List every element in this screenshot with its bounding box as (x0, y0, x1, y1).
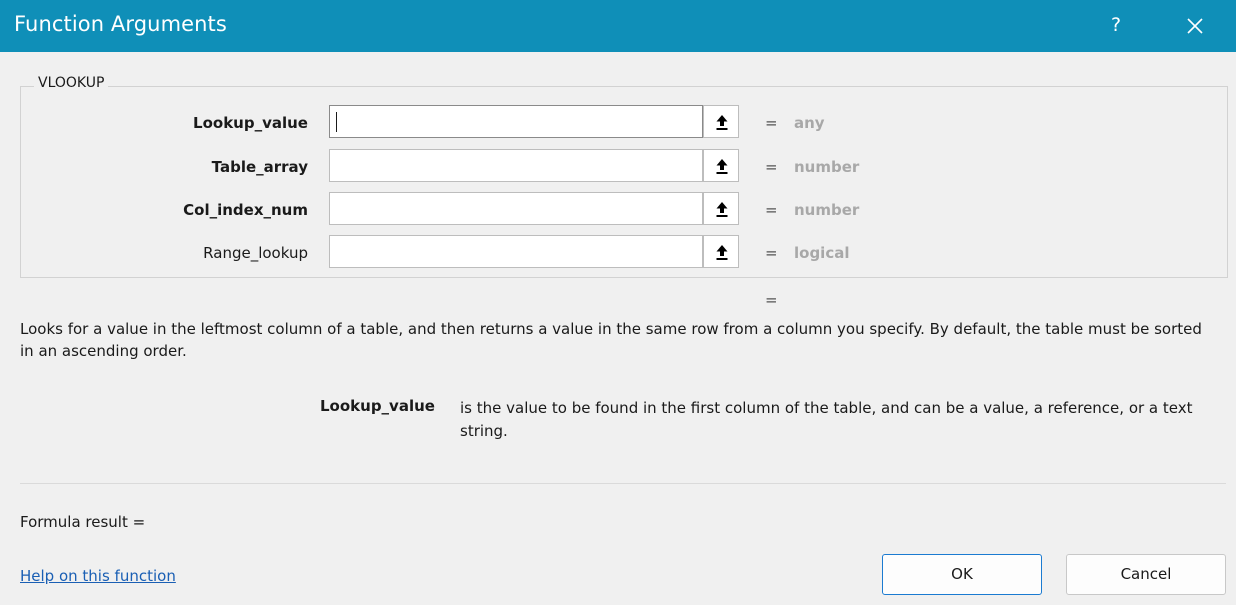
arg-label-table-array: Table_array (211, 158, 308, 176)
collapse-dialog-icon (716, 245, 728, 260)
argument-help-text: is the value to be found in the first co… (460, 399, 1193, 440)
ref-button-table-array[interactable] (703, 149, 739, 182)
title-bar: Function Arguments ? (0, 0, 1236, 52)
arg-type-range-lookup: logical (794, 244, 850, 262)
col-index-num-input[interactable] (329, 192, 703, 225)
collapse-dialog-icon (716, 115, 728, 130)
help-icon[interactable]: ? (1104, 10, 1128, 40)
cancel-button[interactable]: Cancel (1066, 554, 1226, 595)
collapse-dialog-icon (716, 202, 728, 217)
separator (20, 483, 1226, 484)
arg-type-table-array: number (794, 158, 860, 176)
function-description: Looks for a value in the leftmost column… (20, 320, 1202, 360)
arg-label-range-lookup: Range_lookup (203, 244, 308, 262)
equals-sign: = (765, 244, 778, 262)
ref-button-col-index-num[interactable] (703, 192, 739, 225)
help-on-function-link[interactable]: Help on this function (20, 567, 176, 585)
function-name: VLOOKUP (34, 75, 109, 91)
text-caret (336, 112, 337, 132)
arg-type-col-index-num: number (794, 201, 860, 219)
arg-label-col-index-num: Col_index_num (183, 201, 308, 219)
argument-help-name: Lookup_value (320, 397, 435, 415)
ref-button-lookup-value[interactable] (703, 105, 739, 138)
close-icon[interactable] (1180, 12, 1210, 40)
equals-sign: = (765, 201, 778, 219)
equals-sign: = (765, 114, 778, 132)
arg-type-lookup-value: any (794, 114, 825, 132)
range-lookup-input[interactable] (329, 235, 703, 268)
arg-label-lookup-value: Lookup_value (193, 114, 308, 132)
collapse-dialog-icon (716, 159, 728, 174)
table-array-input[interactable] (329, 149, 703, 182)
function-result-equals: = (765, 291, 778, 309)
lookup-value-input[interactable] (329, 105, 703, 138)
ref-button-range-lookup[interactable] (703, 235, 739, 268)
equals-sign: = (765, 158, 778, 176)
formula-result-label: Formula result = (20, 513, 146, 531)
dialog-title: Function Arguments (14, 12, 227, 36)
ok-button[interactable]: OK (882, 554, 1042, 595)
